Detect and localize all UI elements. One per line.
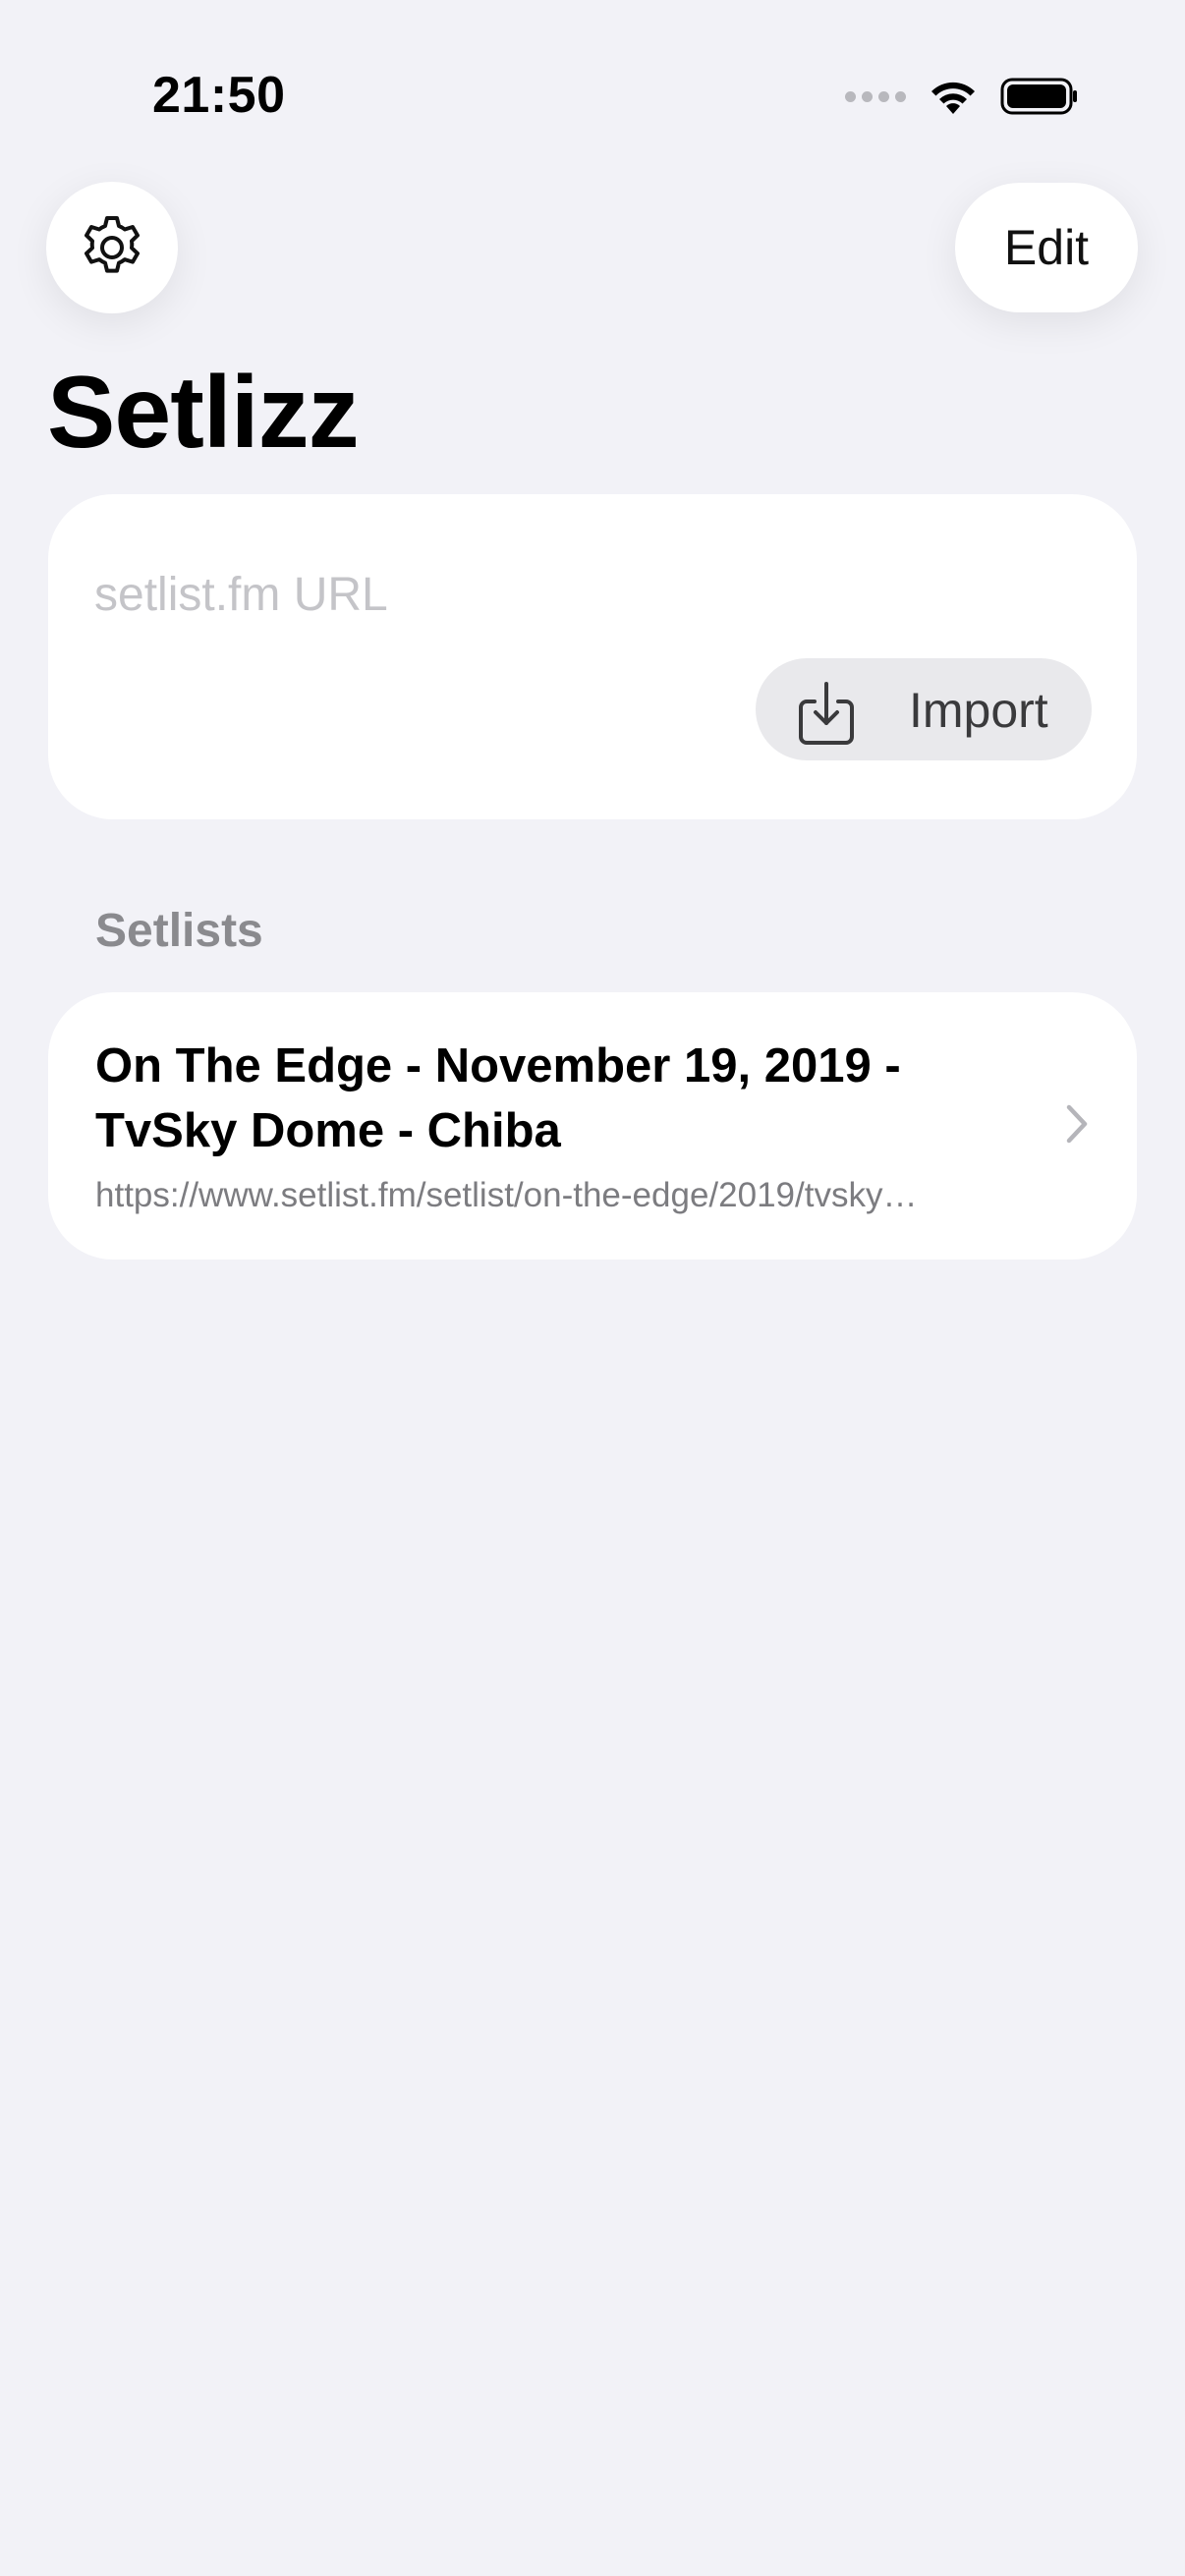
status-time: 21:50 [152,67,286,124]
setlist-row[interactable]: On The Edge - November 19, 2019 - TvSky … [48,992,1137,1260]
settings-button[interactable] [46,182,178,313]
app-screen: 21:50 Edit Setlizz setlist.fm URL Import… [0,0,1185,2576]
gear-icon [85,216,140,273]
setlists-section-header: Setlists [95,905,263,957]
edit-button[interactable]: Edit [955,183,1138,312]
cellular-signal-icon [845,90,906,102]
setlist-url: https://www.setlist.fm/setlist/on-the-ed… [95,1176,918,1214]
download-tray-icon [799,682,854,745]
import-button[interactable]: Import [756,658,1092,760]
battery-icon [1000,78,1077,115]
import-card: Import [48,494,1137,819]
page-title: Setlizz [47,356,360,470]
import-button-label: Import [909,683,1048,738]
status-indicators [845,74,1079,119]
chevron-right-icon [1066,1104,1088,1144]
wifi-icon [931,82,975,114]
setlist-title: On The Edge - November 19, 2019 - TvSky … [95,1039,901,1157]
setlist-url-input[interactable] [94,553,1077,636]
